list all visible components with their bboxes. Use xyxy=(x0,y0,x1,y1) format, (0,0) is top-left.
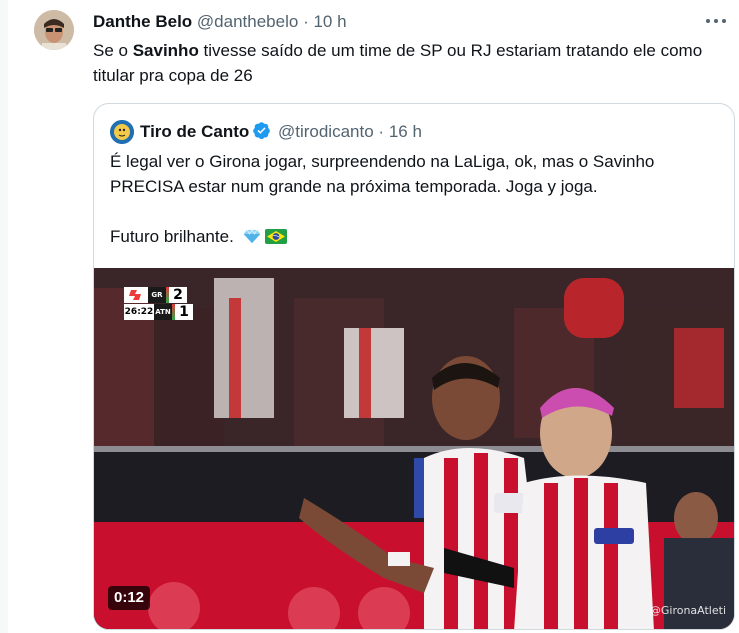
quote-header: Tiro de Canto @tirodicanto · 16 h xyxy=(140,121,422,143)
home-team: GR xyxy=(148,286,166,303)
video-watermark: @GironaAtleti xyxy=(649,604,726,617)
author-handle[interactable]: @danthebelo xyxy=(197,12,298,31)
verified-badge-icon xyxy=(253,122,271,140)
more-options-icon[interactable] xyxy=(703,10,729,32)
scoreboard: GR 2 26:22 ATN 1 xyxy=(124,286,193,320)
diamond-emoji-icon xyxy=(243,229,260,244)
tweet-text: Se o Savinho tivesse saído de um time de… xyxy=(93,38,713,88)
quote-author-handle[interactable]: @tirodicanto xyxy=(278,122,374,141)
quote-text: É legal ver o Girona jogar, surpreendend… xyxy=(110,149,710,249)
video-player[interactable]: GR 2 26:22 ATN 1 0:12 @GironaAtleti xyxy=(94,268,734,629)
quote-separator: · xyxy=(378,122,385,141)
tweet-text-bold: Savinho xyxy=(132,41,199,60)
brazil-flag-icon xyxy=(264,229,287,244)
tweet[interactable]: Danthe Belo @danthebelo · 10 h Se o Savi… xyxy=(8,0,739,633)
quote-author-name[interactable]: Tiro de Canto xyxy=(140,122,249,141)
away-score: 1 xyxy=(175,303,193,320)
match-clock: 26:22 xyxy=(124,303,154,320)
away-team: ATN xyxy=(154,303,172,320)
quote-avatar[interactable] xyxy=(110,120,134,144)
tweet-text-part: Se o xyxy=(93,41,133,60)
quote-timestamp[interactable]: 16 h xyxy=(389,122,422,141)
timestamp[interactable]: 10 h xyxy=(313,12,346,31)
video-duration: 0:12 xyxy=(108,586,151,610)
author-name[interactable]: Danthe Belo xyxy=(93,12,192,31)
quoted-tweet[interactable]: Tiro de Canto @tirodicanto · 16 h É lega… xyxy=(93,103,735,630)
video-frame xyxy=(94,268,734,629)
tweet-header: Danthe Belo @danthebelo · 10 h xyxy=(93,12,347,32)
laliga-logo-icon xyxy=(124,286,148,303)
home-score: 2 xyxy=(169,286,187,303)
quote-text-line-2: Futuro brilhante. xyxy=(110,224,710,249)
avatar[interactable] xyxy=(34,10,74,50)
quote-text-span: Futuro brilhante. xyxy=(110,227,234,246)
left-rail xyxy=(0,0,8,633)
quote-text-line: É legal ver o Girona jogar, surpreendend… xyxy=(110,152,655,196)
separator: · xyxy=(303,12,309,31)
